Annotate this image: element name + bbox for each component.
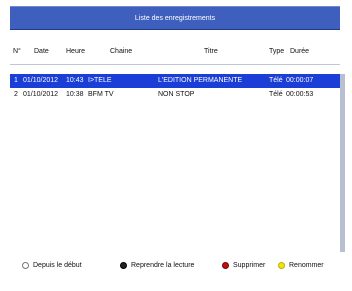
column-titre: Titre — [204, 48, 218, 55]
header-divider — [10, 64, 340, 65]
column-duree: Durée — [290, 48, 310, 55]
color-key-legend: Depuis le début Reprendre la lecture Sup… — [10, 262, 340, 276]
white-key-icon — [22, 262, 29, 269]
title-bar: Liste des enregistrements — [10, 6, 340, 30]
row-date: 01/10/2012 — [23, 77, 59, 84]
row-duree: 00:00:07 — [286, 77, 314, 84]
row-duree: 00:00:53 — [286, 91, 314, 98]
row-num: 2 — [14, 91, 18, 98]
column-type: Type — [269, 48, 285, 55]
legend-yellow-label: Renommer — [289, 262, 324, 269]
legend-white-label: Depuis le début — [33, 262, 82, 269]
row-titre: NON STOP — [158, 91, 195, 98]
row-type: Télé — [269, 91, 283, 98]
column-num: N° — [13, 48, 21, 55]
black-key-icon — [120, 262, 127, 269]
legend-white[interactable]: Depuis le début — [22, 262, 82, 269]
row-heure: 10:38 — [66, 91, 84, 98]
row-type: Télé — [269, 77, 283, 84]
legend-red[interactable]: Supprimer — [222, 262, 265, 269]
recording-row[interactable]: 2 01/10/2012 10:38 BFM TV NON STOP Télé … — [10, 88, 340, 102]
legend-red-label: Supprimer — [233, 262, 266, 269]
column-chaine: Chaine — [110, 48, 133, 55]
recording-list: 1 01/10/2012 10:43 I>TELE L'EDITION PERM… — [10, 74, 340, 102]
column-header: N° Date Heure Chaine Titre Type Durée — [10, 48, 340, 62]
column-date: Date — [34, 48, 49, 55]
scroll-thumb[interactable] — [340, 74, 345, 252]
list-scrollbar[interactable] — [340, 74, 345, 252]
column-heure: Heure — [66, 48, 86, 55]
legend-black[interactable]: Reprendre la lecture — [120, 262, 194, 269]
row-num: 1 — [14, 77, 18, 84]
recording-row[interactable]: 1 01/10/2012 10:43 I>TELE L'EDITION PERM… — [10, 74, 340, 88]
legend-yellow[interactable]: Renommer — [278, 262, 324, 269]
legend-black-label: Reprendre la lecture — [131, 262, 195, 269]
yellow-key-icon — [278, 262, 285, 269]
row-chaine: I>TELE — [88, 77, 112, 84]
row-heure: 10:43 — [66, 77, 84, 84]
row-date: 01/10/2012 — [23, 91, 59, 98]
row-titre: L'EDITION PERMANENTE — [158, 77, 243, 84]
page-title: Liste des enregistrements — [134, 14, 216, 22]
row-chaine: BFM TV — [88, 91, 114, 98]
red-key-icon — [222, 262, 229, 269]
